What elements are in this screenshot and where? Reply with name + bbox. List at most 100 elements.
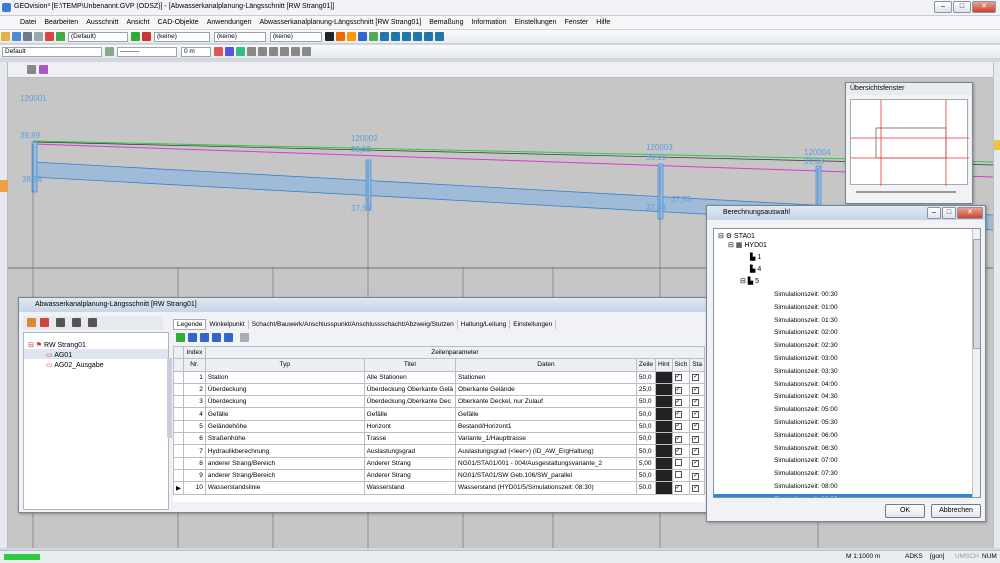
cell-sta[interactable]: ✓ [689,419,705,434]
simulation-item[interactable]: Simulationszeit: 08:30 [714,493,980,497]
cell-sta[interactable]: ✓ [689,395,705,409]
hdr-typ[interactable]: Typ [204,358,365,372]
cell-hint-color[interactable] [654,395,673,409]
cell-sta[interactable]: ✓ [689,407,705,421]
tab-haltung[interactable]: Haltung/Leitung [458,319,511,329]
linetype-select[interactable]: ——— [117,46,177,57]
hdr-hint[interactable]: Hint [654,358,673,372]
cell-typ[interactable]: Hydraulikberechnung [204,444,365,458]
simulation-item[interactable]: Simulationszeit: 05:00 [714,404,980,417]
text-icon[interactable] [291,47,300,56]
sta-checkbox[interactable]: ✓ [692,386,700,394]
table-row[interactable]: 7 Hydraulikberechnung Auslastungsgrad Ausla… [173,444,705,458]
simulation-item[interactable]: Simulationszeit: 01:00 [714,302,980,315]
calc-close-button[interactable]: ✕ [957,207,983,219]
tab-winkelpunkt[interactable]: Winkelpunkt [206,319,249,329]
layer-select[interactable]: (Default) [68,31,128,42]
cell-typ[interactable]: Gefälle [204,407,365,421]
simulation-item[interactable]: Simulationszeit: 04:30 [714,391,980,404]
simulation-item[interactable]: Simulationszeit: 07:30 [714,468,980,481]
style-select-2[interactable]: (keine) [214,31,266,42]
measure-icon[interactable] [39,65,48,74]
cell-zeile[interactable]: 50,0 [635,468,656,483]
cell-sich[interactable]: ✓ [671,395,691,409]
layer2-icon[interactable] [142,32,151,41]
calc-tree-hyd01[interactable]: ⊟ ▦ HYD01 [714,241,980,253]
move-up-icon[interactable] [200,333,209,342]
table-row[interactable]: 1 Station Alle Stationen Stationen 50,0 ✓ ✓ [173,370,705,384]
tree-tool1-icon[interactable] [27,318,36,327]
cell-zeile[interactable]: 50,0 [635,432,656,446]
table-splitter[interactable] [167,358,172,438]
sich-checkbox[interactable]: ✓ [674,386,682,394]
tab-schacht[interactable]: Schacht/Bauwerk/Anschlusspunkt/Anschluss… [249,319,458,329]
sta-checkbox[interactable]: ✓ [692,423,700,431]
delete-row-icon[interactable] [240,333,249,342]
rect-icon[interactable] [336,32,345,41]
cell-typ[interactable]: Station [204,370,365,384]
cell-hint-color[interactable] [654,444,673,458]
sta-checkbox[interactable]: ✓ [692,448,700,456]
cell-daten[interactable]: NG01/STA01/001 - 004/Ausgestaltungsvaria… [455,456,637,470]
cut-icon[interactable] [45,32,54,41]
hdr-zeile[interactable]: Zeile [635,358,656,372]
simulation-item[interactable]: Simulationszeit: 07:00 [714,455,980,468]
cell-hint-color[interactable] [654,382,673,397]
tree-root[interactable]: ⊟ ⚑ RW Strang01 [24,333,168,349]
cell-titel[interactable]: Horizont [363,419,457,434]
calc-tree-1[interactable]: ▙ 1 [714,253,980,265]
snap-icon[interactable] [325,32,334,41]
tool5-icon[interactable] [424,32,433,41]
new-icon[interactable] [1,32,10,41]
sich-checkbox[interactable]: ✓ [674,374,682,382]
menu-cad-objekte[interactable]: CAD-Objekte [157,19,198,26]
add-row-icon[interactable] [176,333,185,342]
menu-information[interactable]: Information [471,19,506,26]
cell-zeile[interactable]: 5,00 [635,456,656,470]
cell-typ[interactable]: Straßenhöhe [204,432,365,446]
hdr-titel[interactable]: Titel [363,358,457,372]
sich-checkbox[interactable]: ✓ [674,398,682,406]
cell-sich[interactable] [671,456,691,470]
tool4-icon[interactable] [413,32,422,41]
arc-icon[interactable] [269,47,278,56]
table-row[interactable]: 5 Geländehöhe Horizont Bestand/Horizont1 50,… [173,419,705,434]
style-select-3[interactable]: (keine) [270,31,322,42]
cell-daten[interactable]: Auslastungsgrad (<leer>) (ID_AW_ErgHaltu… [455,444,637,458]
sta-checkbox[interactable]: ✓ [692,435,700,443]
polyline-icon[interactable] [258,47,267,56]
cell-sich[interactable]: ✓ [671,407,691,421]
table-row[interactable]: 2 Überdeckung Überdeckung Oberkante Gelä Ob… [173,382,705,397]
cell-sich[interactable]: ✓ [671,432,691,446]
menu-ansicht[interactable]: Ansicht [127,19,150,26]
cell-daten[interactable]: Stationen [455,370,637,384]
layer-icon[interactable] [131,32,140,41]
print-icon[interactable] [34,32,43,41]
cell-hint-color[interactable] [654,432,673,446]
cell-zeile[interactable]: 50,0 [635,419,656,434]
copy-icon[interactable] [56,32,65,41]
layer3-icon[interactable] [225,47,234,56]
cell-titel[interactable]: Anderer Strang [363,468,457,483]
simulation-item[interactable]: Simulationszeit: 06:00 [714,430,980,443]
simulation-item[interactable]: Simulationszeit: 02:00 [714,327,980,340]
cell-typ[interactable]: Überdeckung [204,395,365,409]
menu-datei[interactable]: Datei [20,19,36,26]
line-icon[interactable] [247,47,256,56]
sich-checkbox[interactable] [674,471,682,479]
calc-maximize-button[interactable]: □ [942,207,956,219]
sich-checkbox[interactable] [674,458,682,466]
tree-tool5-icon[interactable] [88,318,97,327]
cell-titel[interactable]: Gefälle [363,407,457,421]
cell-titel[interactable]: Überdeckung,Oberkante Dec [363,395,457,409]
menu-anwendungen[interactable]: Anwendungen [207,19,252,26]
overview-zoom-slider[interactable] [856,191,956,193]
sich-checkbox[interactable]: ✓ [674,411,682,419]
menu-bearbeiten[interactable]: Bearbeiten [44,19,78,26]
sta-checkbox[interactable]: ✓ [692,484,700,492]
tree-tool4-icon[interactable] [72,318,81,327]
hdr-sta[interactable]: Sta [689,358,705,372]
calc-minimize-button[interactable]: – [927,207,941,219]
cell-sich[interactable] [671,468,691,483]
cell-daten[interactable]: Oberkante Gelände [455,382,637,397]
